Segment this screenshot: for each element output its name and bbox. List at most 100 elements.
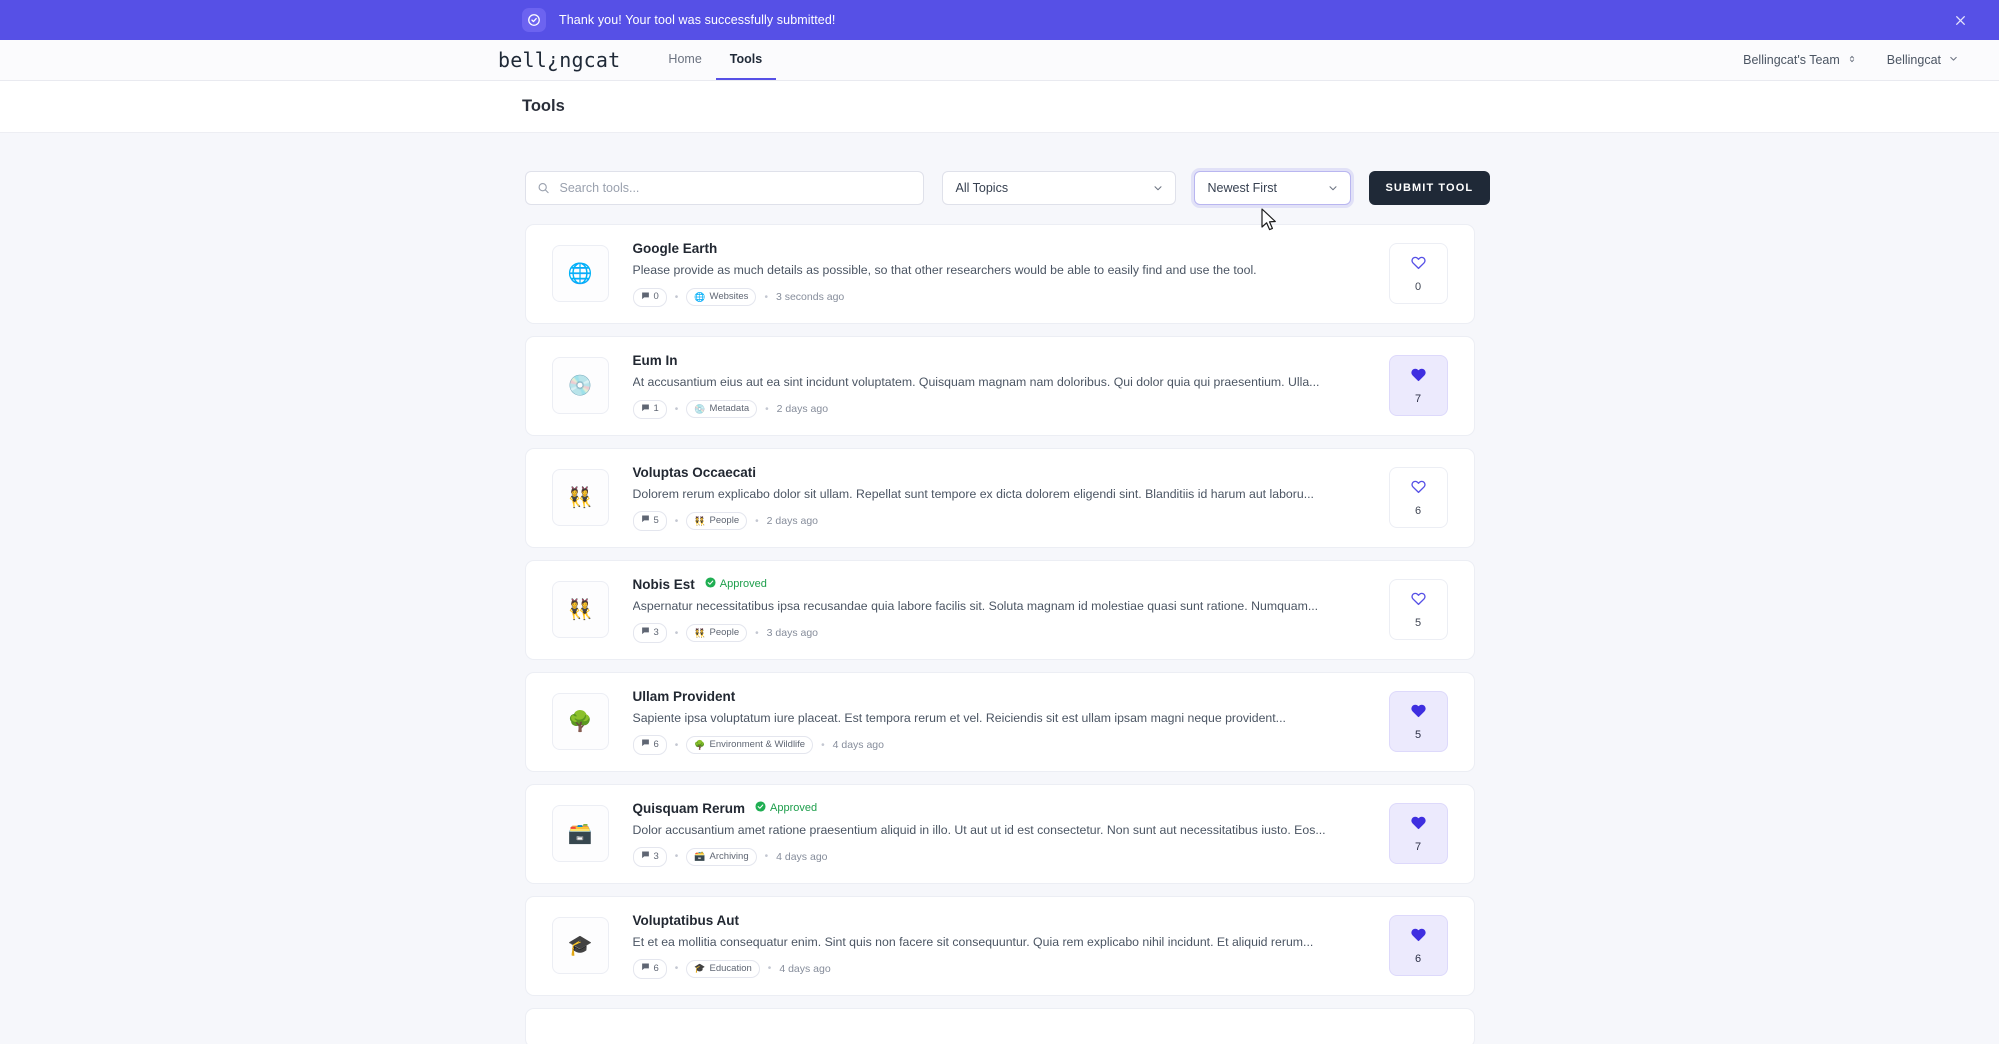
tool-meta: 6 • 🎓 Education • 4 days ago — [632, 959, 1363, 979]
comment-count: 6 — [653, 962, 659, 974]
tool-title[interactable]: Voluptatibus Aut — [633, 913, 739, 928]
heart-outline-icon — [1410, 254, 1427, 276]
like-button[interactable]: 5 — [1388, 691, 1448, 753]
sort-order-select[interactable]: Newest First — [1193, 171, 1351, 205]
like-button[interactable]: 5 — [1388, 579, 1448, 641]
tool-card[interactable]: 🎓 Voluptatibus Aut Et et ea mollitia conse… — [524, 895, 1475, 996]
bellingcat-logo[interactable]: bell¿ngcat — [498, 40, 654, 80]
tool-title[interactable]: Eum In — [633, 353, 678, 368]
tool-card[interactable]: 🌐 Google Earth Please provide as much deta… — [524, 224, 1475, 324]
meta-separator: • — [755, 627, 759, 639]
tool-title[interactable]: Google Earth — [633, 241, 718, 256]
tool-title[interactable]: Voluptas Occaecati — [633, 465, 757, 480]
comment-icon — [641, 514, 650, 527]
topic-pill[interactable]: 🌳 Environment & Wildlife — [686, 735, 814, 755]
tool-title[interactable]: Ullam Provident — [633, 689, 736, 704]
heart-filled-icon — [1410, 366, 1427, 388]
filter-toolbar: All Topics Newest First SUBMIT TOOL — [524, 171, 1491, 205]
banner-message: Thank you! Your tool was successfully su… — [559, 13, 836, 27]
submit-tool-button[interactable]: SUBMIT TOOL — [1368, 171, 1491, 205]
nav-item-home[interactable]: Home — [654, 40, 715, 80]
like-count: 5 — [1414, 729, 1422, 742]
tool-thumbnail-icon: 🎓 — [551, 917, 609, 975]
like-count: 6 — [1414, 505, 1422, 518]
tool-description: Dolor accusantium amet ratione praesenti… — [632, 822, 1326, 837]
topic-pill[interactable]: 🌐 Websites — [686, 288, 757, 307]
comment-icon — [641, 626, 650, 639]
meta-separator: • — [765, 403, 769, 415]
tool-thumbnail-icon: 🌳 — [551, 693, 609, 751]
tool-title-row: Eum In — [633, 353, 1363, 368]
tool-title[interactable]: Quisquam Rerum — [633, 801, 746, 816]
tool-meta: 1 • 💿 Metadata • 2 days ago — [632, 399, 1363, 419]
tool-card[interactable]: 🌳 Ullam Provident Sapiente ipsa voluptatum… — [524, 671, 1475, 772]
like-button[interactable]: 7 — [1388, 803, 1448, 865]
user-menu[interactable]: Bellingcat — [1887, 53, 1959, 67]
main-navbar: bell¿ngcat Home Tools Bellingcat's Team … — [0, 40, 1999, 81]
comment-count-pill[interactable]: 1 — [632, 399, 667, 419]
tool-card[interactable]: 👯 Voluptas Occaecati Dolorem rerum explica… — [524, 447, 1475, 548]
tool-meta: 3 • 🗃️ Archiving • 4 days ago — [632, 847, 1363, 867]
chevron-down-icon — [1152, 182, 1164, 194]
like-button[interactable]: 7 — [1388, 355, 1448, 417]
meta-separator: • — [674, 851, 679, 863]
topic-filter-select[interactable]: All Topics — [941, 171, 1176, 205]
tool-card[interactable]: 💿 Eum In At accusantium eius aut ea sint i… — [524, 335, 1475, 436]
meta-separator: • — [767, 963, 772, 975]
topic-label: People — [709, 514, 740, 526]
tool-card[interactable] — [524, 1007, 1475, 1044]
approved-badge: Approved — [755, 801, 817, 815]
banner-content: Thank you! Your tool was successfully su… — [522, 8, 835, 32]
topic-emoji-icon: 💿 — [694, 403, 706, 414]
tool-info: Quisquam Rerum Approved Dolor accusantium … — [632, 801, 1389, 867]
page-content: All Topics Newest First SUBMIT TOOL 🌐Goo… — [0, 133, 1999, 1044]
like-button[interactable]: 0 — [1388, 243, 1448, 305]
comment-count-pill[interactable]: 5 — [632, 511, 667, 531]
check-badge-icon — [755, 801, 766, 815]
team-selector-label: Bellingcat's Team — [1743, 53, 1840, 67]
comment-count: 3 — [653, 850, 659, 862]
comment-count-pill[interactable]: 6 — [632, 735, 667, 755]
like-button[interactable]: 6 — [1388, 915, 1448, 977]
tool-info: Voluptatibus Aut Et et ea mollitia conseq… — [632, 913, 1389, 979]
topic-emoji-icon: 🗃️ — [694, 851, 706, 862]
comment-count-pill[interactable]: 0 — [632, 287, 667, 307]
topic-pill[interactable]: 👯 People — [686, 623, 748, 643]
nav-item-tools[interactable]: Tools — [715, 40, 777, 80]
like-count: 6 — [1414, 953, 1422, 966]
success-banner: Thank you! Your tool was successfully su… — [0, 0, 1999, 40]
like-count: 7 — [1414, 841, 1422, 854]
search-input[interactable] — [524, 171, 924, 205]
tool-thumbnail-icon: 👯 — [551, 469, 609, 527]
comment-count-pill[interactable]: 3 — [632, 623, 667, 643]
comment-count-pill[interactable]: 3 — [632, 847, 667, 867]
like-button[interactable]: 6 — [1388, 467, 1448, 529]
topic-emoji-icon: 👯 — [694, 627, 706, 638]
comment-count: 1 — [653, 403, 659, 415]
check-badge-icon — [705, 577, 716, 591]
topic-pill[interactable]: 💿 Metadata — [686, 400, 758, 419]
tool-title[interactable]: Nobis Est — [633, 577, 695, 592]
page-header: Tools — [0, 81, 1999, 133]
topic-label: Environment & Wildlife — [709, 738, 806, 750]
tool-info: Ullam Provident Sapiente ipsa voluptatum … — [632, 689, 1389, 755]
meta-separator: • — [674, 963, 679, 975]
comment-icon — [641, 738, 650, 751]
topic-label: People — [709, 626, 740, 638]
approved-badge: Approved — [705, 577, 767, 591]
topic-pill[interactable]: 🎓 Education — [686, 959, 760, 979]
comment-count-pill[interactable]: 6 — [632, 959, 667, 979]
chevron-down-icon — [1948, 53, 1959, 67]
close-icon[interactable] — [1949, 9, 1971, 31]
topic-pill[interactable]: 👯 People — [686, 511, 748, 531]
topic-pill[interactable]: 🗃️ Archiving — [686, 847, 757, 867]
tool-card[interactable]: 🗃️ Quisquam Rerum Approved Dolor accusantiu… — [524, 783, 1475, 884]
comment-icon — [641, 291, 650, 304]
approved-label: Approved — [770, 802, 818, 815]
tool-info: Eum In At accusantium eius aut ea sint in… — [632, 353, 1389, 419]
tool-meta: 6 • 🌳 Environment & Wildlife • 4 days ago — [632, 735, 1363, 755]
page-title: Tools — [522, 97, 565, 115]
tool-card[interactable]: 👯 Nobis Est Approved Aspernatur necessitati… — [524, 559, 1475, 660]
team-selector[interactable]: Bellingcat's Team — [1743, 53, 1857, 68]
topic-label: Metadata — [709, 403, 750, 415]
